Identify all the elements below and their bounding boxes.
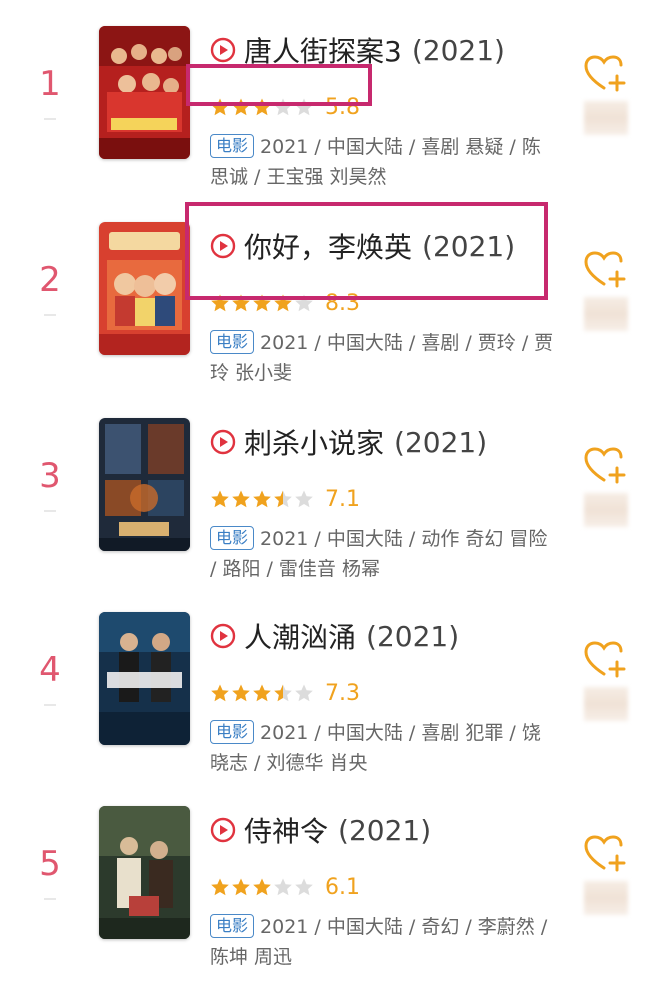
star-icon <box>232 684 250 702</box>
star-icon <box>295 490 313 508</box>
movie-year: (2021) <box>366 619 460 653</box>
movie-meta-text: 2021 / 中国大陆 / 喜剧 犯罪 / 饶晓志 / 刘德华 肖央 <box>210 722 541 774</box>
rank-divider <box>44 898 56 900</box>
blurred-label <box>584 101 628 135</box>
highlight-box-rating <box>186 64 372 106</box>
type-tag: 电影 <box>210 526 255 550</box>
movie-meta: 电影 2021 / 中国大陆 / 喜剧 悬疑 / 陈思诚 / 王宝强 刘昊然 <box>210 132 555 192</box>
movie-title: 刺杀小说家 <box>244 427 385 460</box>
title-row[interactable]: 侍神令 (2021) <box>210 810 431 850</box>
movie-meta-text: 2021 / 中国大陆 / 喜剧 / 贾玲 / 贾玲 张小斐 <box>210 332 554 384</box>
star-icon <box>295 684 313 702</box>
blurred-label <box>584 881 628 915</box>
type-tag: 电影 <box>210 914 255 938</box>
rank-number: 1 <box>39 64 61 104</box>
movie-poster[interactable] <box>99 806 190 939</box>
star-icon <box>274 878 292 896</box>
heart-plus-icon[interactable] <box>584 250 628 290</box>
blurred-label <box>584 493 628 527</box>
rating-row: 7.3 <box>210 680 360 706</box>
star-icon <box>232 490 250 508</box>
movie-meta: 电影 2021 / 中国大陆 / 喜剧 犯罪 / 饶晓志 / 刘德华 肖央 <box>210 718 555 778</box>
rating-score: 7.3 <box>325 680 360 706</box>
poster-image <box>99 806 190 939</box>
star-icon <box>232 878 250 896</box>
star-icon <box>295 878 313 896</box>
star-icon <box>211 490 229 508</box>
rank-divider <box>44 118 56 120</box>
rating-score: 7.1 <box>325 486 360 512</box>
heart-plus-icon[interactable] <box>584 446 628 486</box>
rank-number: 4 <box>39 650 61 690</box>
poster-image <box>99 222 190 355</box>
star-icon <box>211 684 229 702</box>
play-circle-icon <box>210 429 236 455</box>
star-icon <box>253 684 271 702</box>
movie-ranking-list: 1 唐人街探案3 (2021) 5.8 电影 2021 / 中国大陆 / 喜剧 … <box>0 0 661 1000</box>
rating-row: 7.1 <box>210 486 360 512</box>
movie-poster[interactable] <box>99 222 190 355</box>
rating-row: 6.1 <box>210 874 360 900</box>
type-tag: 电影 <box>210 720 255 744</box>
rank-number: 5 <box>39 844 61 884</box>
movie-meta: 电影 2021 / 中国大陆 / 奇幻 / 李蔚然 / 陈坤 周迅 <box>210 912 555 972</box>
rank-divider <box>44 704 56 706</box>
blurred-label <box>584 297 628 331</box>
movie-title: 侍神令 <box>244 815 329 848</box>
rank-divider <box>44 314 56 316</box>
type-tag: 电影 <box>210 330 255 354</box>
play-circle-icon <box>210 623 236 649</box>
star-rating <box>210 489 315 509</box>
movie-item[interactable]: 4 人潮汹涌 (2021) 7.3 电影 2021 / 中国大陆 / 喜剧 犯罪… <box>0 612 661 807</box>
heart-plus-icon[interactable] <box>584 54 628 94</box>
movie-meta: 电影 2021 / 中国大陆 / 动作 奇幻 冒险 / 路阳 / 雷佳音 杨幂 <box>210 524 555 584</box>
movie-poster[interactable] <box>99 418 190 551</box>
poster-image <box>99 418 190 551</box>
heart-plus-icon[interactable] <box>584 640 628 680</box>
rank-number: 2 <box>39 260 61 300</box>
type-tag: 电影 <box>210 134 255 158</box>
movie-poster[interactable] <box>99 612 190 745</box>
play-circle-icon <box>210 817 236 843</box>
movie-poster[interactable] <box>99 26 190 159</box>
rank-number: 3 <box>39 456 61 496</box>
movie-year: (2021) <box>394 425 488 459</box>
play-circle-icon <box>210 37 236 63</box>
title-row[interactable]: 刺杀小说家 (2021) <box>210 422 487 462</box>
movie-title: 人潮汹涌 <box>244 621 357 654</box>
title-row[interactable]: 人潮汹涌 (2021) <box>210 616 459 656</box>
movie-meta: 电影 2021 / 中国大陆 / 喜剧 / 贾玲 / 贾玲 张小斐 <box>210 328 555 388</box>
star-rating <box>210 877 315 897</box>
highlight-box-title <box>185 202 548 300</box>
movie-item[interactable]: 1 唐人街探案3 (2021) 5.8 电影 2021 / 中国大陆 / 喜剧 … <box>0 26 661 221</box>
movie-item[interactable]: 3 刺杀小说家 (2021) 7.1 电影 2021 / 中国大陆 / 动作 奇… <box>0 418 661 613</box>
movie-item[interactable]: 5 侍神令 (2021) 6.1 电影 2021 / 中国大陆 / 奇幻 / 李… <box>0 806 661 1001</box>
star-icon <box>274 684 292 702</box>
star-icon <box>211 878 229 896</box>
star-icon <box>274 490 292 508</box>
poster-image <box>99 612 190 745</box>
movie-year: (2021) <box>338 813 432 847</box>
movie-meta-text: 2021 / 中国大陆 / 动作 奇幻 冒险 / 路阳 / 雷佳音 杨幂 <box>210 528 548 580</box>
poster-image <box>99 26 190 159</box>
movie-meta-text: 2021 / 中国大陆 / 喜剧 悬疑 / 陈思诚 / 王宝强 刘昊然 <box>210 136 541 188</box>
blurred-label <box>584 687 628 721</box>
star-icon <box>253 878 271 896</box>
rating-score: 6.1 <box>325 874 360 900</box>
movie-meta-text: 2021 / 中国大陆 / 奇幻 / 李蔚然 / 陈坤 周迅 <box>210 916 548 968</box>
heart-plus-icon[interactable] <box>584 834 628 874</box>
star-rating <box>210 683 315 703</box>
movie-year: (2021) <box>411 33 505 67</box>
rank-divider <box>44 510 56 512</box>
star-icon <box>253 490 271 508</box>
